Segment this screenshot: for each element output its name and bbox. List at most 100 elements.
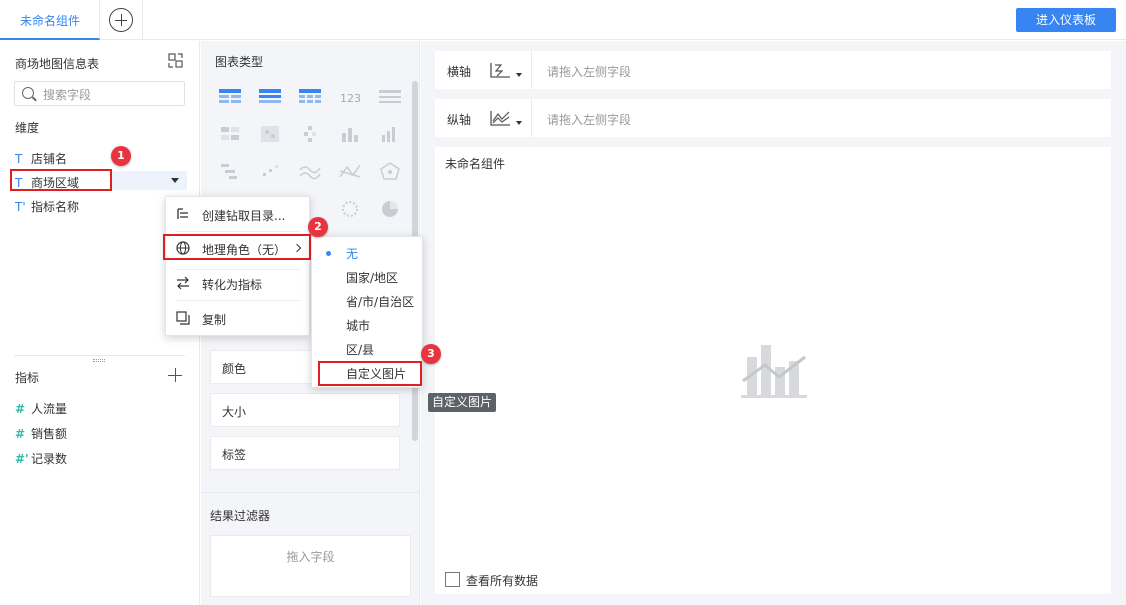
number-type-icon: # xyxy=(15,402,26,416)
text-type-icon: T xyxy=(15,152,23,166)
x-axis-shelf[interactable]: 横轴 请拖入左侧字段 xyxy=(435,51,1111,89)
column-chart-icon[interactable] xyxy=(379,125,401,143)
measure-field-sales[interactable]: # 销售额 xyxy=(15,425,67,445)
y-axis-label: 纵轴 xyxy=(447,113,472,127)
menu-divider xyxy=(176,300,301,301)
menu-item-label: 转化为指标 xyxy=(202,278,263,292)
scatter-icon[interactable] xyxy=(259,162,281,180)
property-label: 颜色 xyxy=(222,362,247,376)
result-filter-title: 结果过滤器 xyxy=(210,509,271,523)
x-axis-type-icon[interactable] xyxy=(489,61,511,79)
label-property-box[interactable]: 标签 xyxy=(210,436,400,470)
field-label: 销售额 xyxy=(31,427,68,441)
measure-field-traffic[interactable]: # 人流量 xyxy=(15,400,67,420)
geo-option-city[interactable]: 城市 xyxy=(346,317,370,334)
chart-type-title: 图表类型 xyxy=(215,55,264,69)
copy-icon xyxy=(176,311,190,325)
search-placeholder: 搜索字段 xyxy=(43,88,92,102)
geo-option-country[interactable]: 国家/地区 xyxy=(346,269,398,286)
search-icon xyxy=(22,87,34,99)
tab-divider xyxy=(142,0,143,40)
field-context-menu: 创建钻取目录... 地理角色（无） 转化为指标 复制 xyxy=(165,196,310,336)
x-axis-label: 横轴 xyxy=(447,65,472,79)
selected-dot-icon xyxy=(326,251,331,256)
y-axis-dropdown-icon[interactable] xyxy=(516,121,522,125)
property-label: 标签 xyxy=(222,448,247,462)
menu-item-label: 创建钻取目录... xyxy=(202,209,286,223)
field-dropdown-caret-icon[interactable] xyxy=(171,178,179,183)
field-label: 人流量 xyxy=(31,402,68,416)
add-measure-icon[interactable] xyxy=(168,368,182,382)
switch-dataset-icon[interactable] xyxy=(168,53,183,68)
polygon-chart-icon[interactable] xyxy=(379,162,401,180)
y-axis-type-icon[interactable] xyxy=(489,109,511,127)
menu-item-create-drill[interactable]: 创建钻取目录... xyxy=(166,201,311,229)
x-axis-dropdown-icon[interactable] xyxy=(516,73,522,77)
chart-canvas[interactable]: 未命名组件 查看所有数据 xyxy=(435,147,1111,594)
dimensions-heading: 维度 xyxy=(15,121,40,135)
tab-component[interactable]: 未命名组件 xyxy=(0,0,100,40)
show-all-data-label: 查看所有数据 xyxy=(466,574,539,588)
geo-option-none[interactable]: 无 xyxy=(346,245,358,262)
dot-ring-icon[interactable] xyxy=(339,200,361,218)
field-label: 指标名称 xyxy=(31,200,80,214)
svg-text:123: 123 xyxy=(340,92,361,105)
top-bar: 未命名组件 进入仪表板 xyxy=(0,0,1126,40)
field-label: 记录数 xyxy=(31,452,68,466)
search-input[interactable]: 搜索字段 xyxy=(14,81,185,106)
annotation-highlight-field xyxy=(10,169,112,191)
dot-matrix-icon[interactable] xyxy=(299,125,321,143)
bar-chart-icon[interactable] xyxy=(339,125,361,143)
tooltip: 自定义图片 xyxy=(428,393,497,412)
geo-option-province[interactable]: 省/市/自治区 xyxy=(346,293,414,310)
annotation-highlight-custom-image xyxy=(318,361,422,386)
dimension-field-store-name[interactable]: T 店铺名 xyxy=(15,150,67,170)
measures-heading: 指标 xyxy=(15,371,40,385)
panel-divider xyxy=(201,492,420,493)
gantt-icon[interactable] xyxy=(219,162,241,180)
menu-item-label: 复制 xyxy=(202,313,227,327)
show-all-data-checkbox[interactable] xyxy=(445,572,460,587)
dimension-field-metric-name[interactable]: T' 指标名称 xyxy=(15,198,79,218)
shelf-divider xyxy=(531,51,532,89)
kpi-number-icon[interactable]: 123 xyxy=(339,88,361,106)
panel-divider xyxy=(14,355,185,356)
x-axis-placeholder: 请拖入左侧字段 xyxy=(547,65,632,79)
enter-dashboard-button[interactable]: 进入仪表板 xyxy=(1016,8,1116,32)
text-type-icon: T' xyxy=(15,200,26,214)
menu-item-copy[interactable]: 复制 xyxy=(166,305,311,333)
cross-table-icon[interactable] xyxy=(299,88,321,106)
table-chart-icon[interactable] xyxy=(219,88,241,106)
menu-divider xyxy=(176,231,301,232)
shelf-divider xyxy=(531,99,532,137)
measure-field-record-count[interactable]: #' 记录数 xyxy=(15,450,67,470)
add-tab-icon[interactable] xyxy=(109,8,133,32)
y-axis-shelf[interactable]: 纵轴 请拖入左侧字段 xyxy=(435,99,1111,137)
number-type-icon: # xyxy=(15,427,26,441)
radar-line-icon[interactable] xyxy=(339,162,361,180)
heatmap-icon[interactable] xyxy=(219,125,241,143)
dropzone-hint: 拖入字段 xyxy=(286,550,335,564)
geo-option-district[interactable]: 区/县 xyxy=(346,341,374,358)
line-chart-icon[interactable] xyxy=(299,162,321,180)
grouped-table-icon[interactable] xyxy=(259,88,281,106)
tab-label: 未命名组件 xyxy=(20,14,81,28)
dataset-title: 商场地图信息表 xyxy=(15,57,100,71)
menu-item-convert-to-measure[interactable]: 转化为指标 xyxy=(166,270,311,298)
resize-grip-icon[interactable] xyxy=(93,359,105,362)
drill-directory-icon xyxy=(177,208,188,219)
empty-chart-placeholder-icon xyxy=(741,345,807,398)
pie-chart-icon[interactable] xyxy=(379,200,401,218)
detail-table-icon[interactable] xyxy=(379,88,401,106)
number-type-icon: #' xyxy=(15,452,29,466)
annotation-badge-3: 3 xyxy=(421,344,441,364)
property-label: 大小 xyxy=(222,405,247,419)
chart-workspace: 横轴 请拖入左侧字段 纵轴 请拖入左侧字段 未命名组件 查看所有数据 xyxy=(421,41,1126,605)
annotation-badge-2: 2 xyxy=(308,217,328,237)
y-axis-placeholder: 请拖入左侧字段 xyxy=(547,113,632,127)
field-label: 店铺名 xyxy=(31,152,68,166)
result-filter-dropzone[interactable]: 拖入字段 xyxy=(210,535,411,597)
size-property-box[interactable]: 大小 xyxy=(210,393,400,427)
point-map-icon[interactable] xyxy=(259,125,281,143)
annotation-highlight-geo-role xyxy=(163,234,311,260)
